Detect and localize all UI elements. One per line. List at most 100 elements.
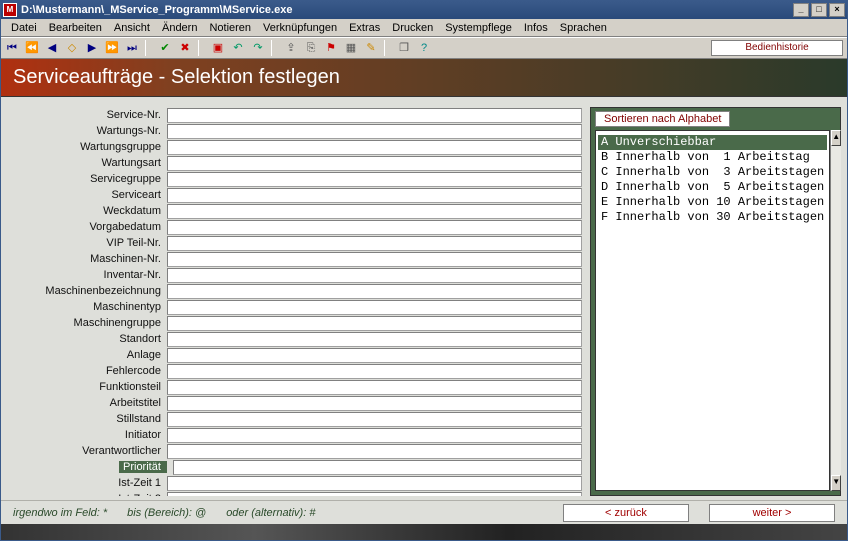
menu-drucken[interactable]: Drucken: [386, 21, 439, 35]
form-input-23[interactable]: [167, 476, 582, 491]
menu-verknüpfungen[interactable]: Verknüpfungen: [257, 21, 343, 35]
form-row: Maschinentyp: [7, 299, 582, 315]
nav-pick-icon[interactable]: ◇: [65, 41, 79, 55]
form-label: Servicegruppe: [7, 173, 167, 185]
form-input-18[interactable]: [167, 396, 582, 411]
hint-range: bis (Bereich): @: [127, 507, 206, 519]
form-row: Standort: [7, 331, 582, 347]
form-label: Maschinengruppe: [7, 317, 167, 329]
form-input-19[interactable]: [167, 412, 582, 427]
list-item[interactable]: F Innerhalb von 30 Arbeitstagen: [598, 210, 827, 225]
form-label: Wartungsart: [7, 157, 167, 169]
redo-icon[interactable]: ↷: [251, 41, 265, 55]
form-input-15[interactable]: [167, 348, 582, 363]
sort-alphabet-button[interactable]: Sortieren nach Alphabet: [595, 111, 730, 127]
form-input-4[interactable]: [167, 172, 582, 187]
nav-last-icon[interactable]: ⏭: [125, 41, 139, 55]
form-label: Ist-Zeit 2: [7, 493, 167, 496]
menu-systempflege[interactable]: Systempflege: [439, 21, 518, 35]
form-input-12[interactable]: [167, 300, 582, 315]
page-banner: Serviceaufträge - Selektion festlegen: [1, 59, 847, 97]
form-row: Inventar-Nr.: [7, 267, 582, 283]
form-input-3[interactable]: [167, 156, 582, 171]
bedienhistorie-button[interactable]: Bedienhistorie: [711, 40, 843, 56]
scroll-track[interactable]: [831, 146, 841, 475]
form-input-14[interactable]: [167, 332, 582, 347]
scroll-up-icon[interactable]: ▲: [831, 130, 841, 146]
export-icon[interactable]: ⇪: [284, 41, 298, 55]
scrollbar[interactable]: ▲ ▼: [830, 130, 841, 491]
form-row: Weckdatum: [7, 203, 582, 219]
form-input-22[interactable]: [173, 460, 582, 475]
list-item[interactable]: A Unverschiebbar: [598, 135, 827, 150]
content-area: Service-Nr. Wartungs-Nr. Wartungsgruppe War…: [1, 97, 847, 500]
form-row: Wartungs-Nr.: [7, 123, 582, 139]
form-input-7[interactable]: [167, 220, 582, 235]
form-input-13[interactable]: [167, 316, 582, 331]
form-row: Ist-Zeit 2: [7, 491, 582, 496]
nav-next-icon[interactable]: ▶: [85, 41, 99, 55]
app-icon: M: [3, 3, 17, 17]
nav-prev-icon[interactable]: ◀: [45, 41, 59, 55]
form-input-1[interactable]: [167, 124, 582, 139]
form-input-20[interactable]: [167, 428, 582, 443]
nav-first-icon[interactable]: ⏮: [5, 41, 19, 55]
form-row: Priorität: [7, 459, 582, 475]
form-row: Funktionsteil: [7, 379, 582, 395]
form-row: Wartungsgruppe: [7, 139, 582, 155]
menu-ändern[interactable]: Ändern: [156, 21, 203, 35]
form-input-8[interactable]: [167, 236, 582, 251]
form-input-6[interactable]: [167, 204, 582, 219]
form-input-16[interactable]: [167, 364, 582, 379]
close-button[interactable]: ×: [829, 3, 845, 17]
menu-sprachen[interactable]: Sprachen: [554, 21, 613, 35]
list-item[interactable]: B Innerhalb von 1 Arbeitstag: [598, 150, 827, 165]
app-window: M D:\Mustermann\_MService_Programm\MServ…: [0, 0, 848, 541]
box-icon[interactable]: ▣: [211, 41, 225, 55]
priority-list[interactable]: A UnverschiebbarB Innerhalb von 1 Arbeit…: [595, 130, 830, 491]
next-button[interactable]: weiter >: [709, 504, 835, 522]
list-item[interactable]: E Innerhalb von 10 Arbeitstagen: [598, 195, 827, 210]
menu-ansicht[interactable]: Ansicht: [108, 21, 156, 35]
attach-icon[interactable]: ⎘: [304, 41, 318, 55]
form-input-0[interactable]: [167, 108, 582, 123]
form-input-5[interactable]: [167, 188, 582, 203]
form-row: Service-Nr.: [7, 107, 582, 123]
form-input-24[interactable]: [167, 492, 582, 497]
maximize-button[interactable]: □: [811, 3, 827, 17]
nav-next-page-icon[interactable]: ⏩: [105, 41, 119, 55]
form-label: Wartungs-Nr.: [7, 125, 167, 137]
help-icon[interactable]: ?: [417, 41, 431, 55]
menu-datei[interactable]: Datei: [5, 21, 43, 35]
cancel-icon[interactable]: ✖: [178, 41, 192, 55]
note-icon[interactable]: ✎: [364, 41, 378, 55]
grid-icon[interactable]: ▦: [344, 41, 358, 55]
nav-prev-page-icon[interactable]: ⏪: [25, 41, 39, 55]
scroll-down-icon[interactable]: ▼: [831, 475, 841, 491]
hint-alternative: oder (alternativ): #: [226, 507, 315, 519]
form-label: Fehlercode: [7, 365, 167, 377]
menu-bearbeiten[interactable]: Bearbeiten: [43, 21, 108, 35]
form-input-9[interactable]: [167, 252, 582, 267]
menu-extras[interactable]: Extras: [343, 21, 386, 35]
menu-notieren[interactable]: Notieren: [203, 21, 257, 35]
form-input-17[interactable]: [167, 380, 582, 395]
check-icon[interactable]: ✔: [158, 41, 172, 55]
menubar: DateiBearbeitenAnsichtÄndernNotierenVerk…: [1, 19, 847, 37]
list-item[interactable]: D Innerhalb von 5 Arbeitstagen: [598, 180, 827, 195]
undo-icon[interactable]: ↶: [231, 41, 245, 55]
menu-infos[interactable]: Infos: [518, 21, 554, 35]
window-icon[interactable]: ❐: [397, 41, 411, 55]
flag-icon[interactable]: ⚑: [324, 41, 338, 55]
form-row: Servicegruppe: [7, 171, 582, 187]
form-input-2[interactable]: [167, 140, 582, 155]
form-input-11[interactable]: [167, 284, 582, 299]
form-input-21[interactable]: [167, 444, 582, 459]
back-button[interactable]: < zurück: [563, 504, 689, 522]
list-item[interactable]: C Innerhalb von 3 Arbeitstagen: [598, 165, 827, 180]
form-input-10[interactable]: [167, 268, 582, 283]
minimize-button[interactable]: _: [793, 3, 809, 17]
form-label: Maschinentyp: [7, 301, 167, 313]
form-label: Serviceart: [7, 189, 167, 201]
form-label: Maschinen-Nr.: [7, 253, 167, 265]
